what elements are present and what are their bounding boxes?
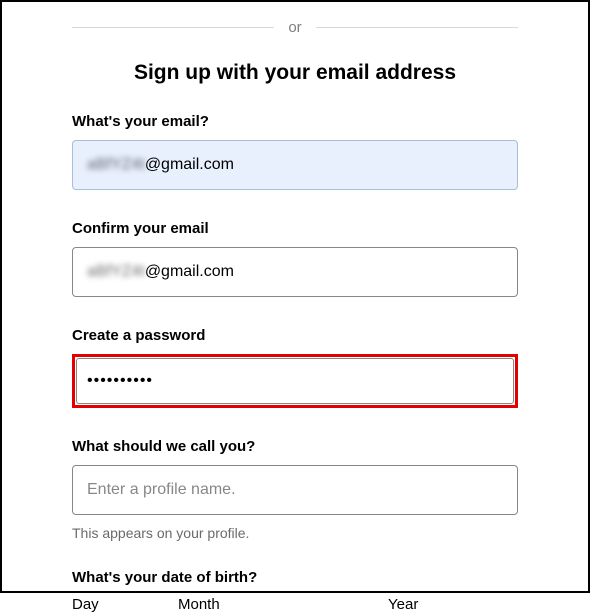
profile-name-placeholder: Enter a profile name. <box>87 481 236 499</box>
confirm-email-field-group: Confirm your email aBfYZ4t@gmail.com <box>72 220 518 297</box>
confirm-email-label: Confirm your email <box>72 220 518 237</box>
confirm-email-input[interactable]: aBfYZ4t@gmail.com <box>72 247 518 297</box>
profile-name-helper: This appears on your profile. <box>72 525 518 541</box>
password-label: Create a password <box>72 327 518 344</box>
confirm-email-masked-prefix: aBfYZ4t <box>87 263 145 281</box>
or-divider: or <box>72 19 518 36</box>
email-input[interactable]: aBfYZ4t@gmail.com <box>72 140 518 190</box>
email-domain: @gmail.com <box>145 156 234 174</box>
profile-name-label: What should we call you? <box>72 438 518 455</box>
dob-year-label: Year <box>388 596 518 613</box>
dob-field-group: What's your date of birth? Day Month Yea… <box>72 569 518 613</box>
password-input[interactable] <box>76 358 514 404</box>
divider-line-left <box>72 27 274 28</box>
email-label: What's your email? <box>72 113 518 130</box>
profile-name-input[interactable]: Enter a profile name. <box>72 465 518 515</box>
dob-day-label: Day <box>72 596 178 613</box>
dob-label: What's your date of birth? <box>72 569 518 586</box>
divider-line-right <box>316 27 518 28</box>
email-masked-prefix: aBfYZ4t <box>87 156 145 174</box>
divider-text: or <box>288 19 301 36</box>
password-highlight-frame <box>72 354 518 408</box>
email-field-group: What's your email? aBfYZ4t@gmail.com <box>72 113 518 190</box>
confirm-email-domain: @gmail.com <box>145 263 234 281</box>
signup-heading: Sign up with your email address <box>72 61 518 85</box>
password-field-group: Create a password <box>72 327 518 408</box>
dob-month-label: Month <box>178 596 388 613</box>
profile-name-field-group: What should we call you? Enter a profile… <box>72 438 518 541</box>
